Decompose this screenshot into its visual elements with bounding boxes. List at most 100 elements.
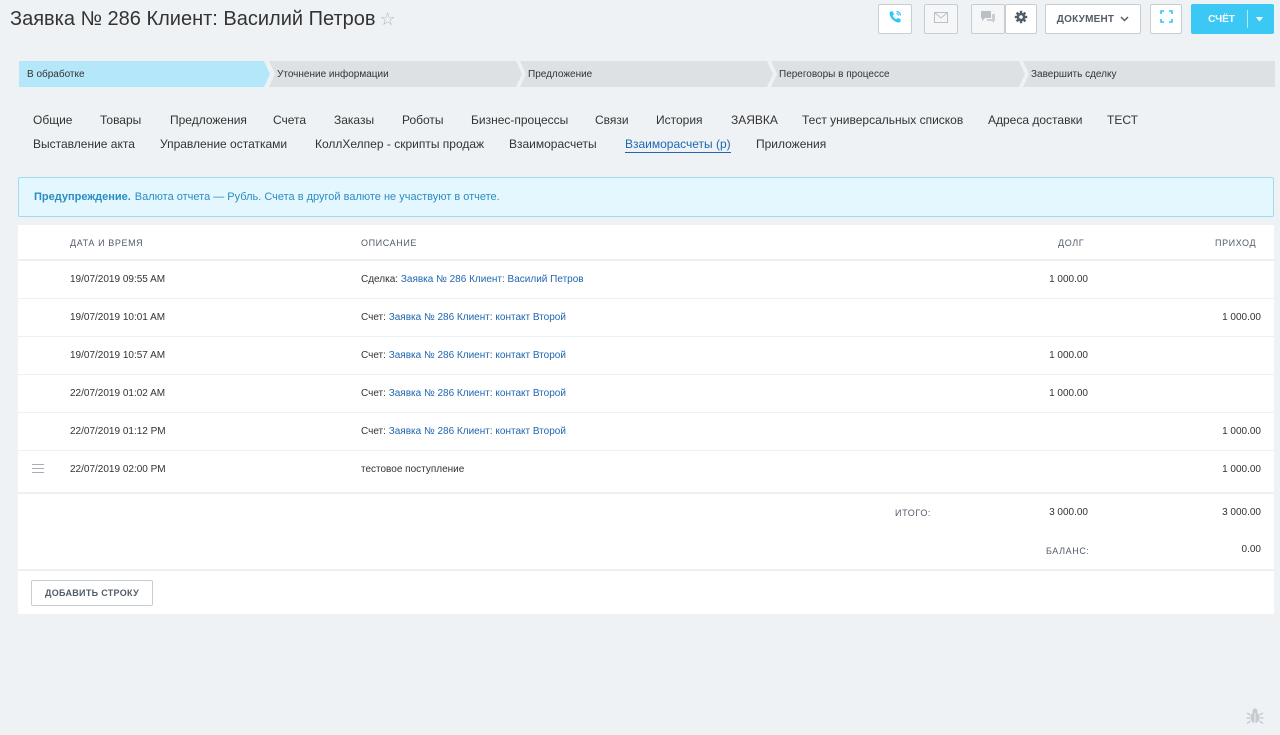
- tabs-row-2: Выставление акта Управление остатками Ко…: [33, 137, 1033, 153]
- row-description: Счет: Заявка № 286 Клиент: контакт Второ…: [361, 312, 566, 323]
- tab-business-processes[interactable]: Бизнес-процессы: [471, 113, 568, 127]
- table-row: 22/07/2019 01:12 PM Счет: Заявка № 286 К…: [18, 413, 1274, 451]
- row-debt: 1 000.00: [1049, 350, 1088, 361]
- invoice-button[interactable]: СЧЁТ: [1191, 4, 1274, 34]
- totals-divider: [18, 492, 1274, 494]
- settlements-table: ДАТА И ВРЕМЯ ОПИСАНИЕ ДОЛГ ПРИХОД 19/07/…: [18, 225, 1274, 614]
- row-description-prefix: Сделка:: [361, 274, 399, 285]
- stage-in-progress[interactable]: В обработке: [19, 61, 270, 87]
- chat-bubble-icon: [980, 10, 996, 29]
- row-date: 22/07/2019 01:12 PM: [70, 426, 166, 437]
- stage-proposal[interactable]: Предложение: [520, 61, 773, 87]
- add-row-button[interactable]: ДОБАВИТЬ СТРОКУ: [31, 580, 153, 606]
- bug-report-icon[interactable]: [1245, 706, 1265, 726]
- tab-invoices[interactable]: Счета: [273, 113, 306, 127]
- table-row: 19/07/2019 10:57 AM Счет: Заявка № 286 К…: [18, 337, 1274, 375]
- row-date: 22/07/2019 02:00 PM: [70, 464, 166, 475]
- tab-callhelper-scripts[interactable]: КоллХелпер - скрипты продаж: [315, 137, 484, 151]
- row-date: 19/07/2019 10:57 AM: [70, 350, 166, 361]
- total-debt: 3 000.00: [1049, 507, 1088, 518]
- call-button[interactable]: [878, 4, 912, 34]
- row-description-link[interactable]: Заявка № 286 Клиент: Василий Петров: [401, 274, 584, 285]
- stage-label: Переговоры в процессе: [779, 68, 890, 80]
- currency-warning: Предупреждение. Валюта отчета — Рубль. С…: [18, 177, 1274, 217]
- tab-settlements-r[interactable]: Взаиморасчеты (р): [625, 137, 731, 153]
- tab-applications[interactable]: Приложения: [756, 137, 826, 151]
- column-header-description[interactable]: ОПИСАНИЕ: [361, 238, 417, 248]
- row-debt: 1 000.00: [1049, 388, 1088, 399]
- row-description-prefix: Счет:: [361, 426, 386, 437]
- row-date: 22/07/2019 01:02 AM: [70, 388, 166, 399]
- tab-test[interactable]: ТЕСТ: [1107, 113, 1138, 127]
- footer-divider: [18, 569, 1274, 571]
- row-description: Сделка: Заявка № 286 Клиент: Василий Пет…: [361, 274, 584, 285]
- page-title-text: Заявка № 286 Клиент: Василий Петров: [10, 8, 376, 30]
- tab-orders[interactable]: Заказы: [334, 113, 374, 127]
- total-label: ИТОГО:: [895, 508, 932, 518]
- stage-negotiation[interactable]: Переговоры в процессе: [771, 61, 1025, 87]
- page-header: Заявка № 286 Клиент: Василий Петров ☆ ДОК…: [0, 0, 1280, 40]
- row-description-prefix: Счет:: [361, 388, 386, 399]
- row-debt: 1 000.00: [1049, 274, 1088, 285]
- row-description-link[interactable]: Заявка № 286 Клиент: контакт Второй: [389, 426, 566, 437]
- table-row: 19/07/2019 10:01 AM Счет: Заявка № 286 К…: [18, 299, 1274, 337]
- stage-label: Уточнение информации: [277, 68, 389, 80]
- row-description-prefix: Счет:: [361, 350, 386, 361]
- gear-icon: [1014, 10, 1028, 29]
- page-title: Заявка № 286 Клиент: Василий Петров ☆: [10, 8, 396, 31]
- table-row: 22/07/2019 01:02 AM Счет: Заявка № 286 К…: [18, 375, 1274, 413]
- invoice-button-label[interactable]: СЧЁТ: [1192, 5, 1247, 33]
- row-description: Счет: Заявка № 286 Клиент: контакт Второ…: [361, 388, 566, 399]
- row-income: 1 000.00: [1222, 426, 1261, 437]
- row-description-link[interactable]: Заявка № 286 Клиент: контакт Второй: [389, 350, 566, 361]
- envelope-icon: [934, 10, 948, 28]
- table-row: 19/07/2019 09:55 AM Сделка: Заявка № 286…: [18, 261, 1274, 299]
- tab-request[interactable]: ЗАЯВКА: [731, 113, 778, 127]
- expand-icon: [1159, 10, 1173, 28]
- chat-button[interactable]: [971, 4, 1005, 34]
- tab-history[interactable]: История: [656, 113, 703, 127]
- tab-products[interactable]: Товары: [100, 113, 141, 127]
- tab-robots[interactable]: Роботы: [402, 113, 444, 127]
- stage-close-deal[interactable]: Завершить сделку: [1023, 61, 1275, 87]
- row-description-prefix: Счет:: [361, 312, 386, 323]
- total-income: 3 000.00: [1222, 507, 1261, 518]
- phone-icon: [887, 9, 903, 30]
- table-row: 22/07/2019 02:00 PM тестовое поступление…: [18, 451, 1274, 489]
- column-header-income[interactable]: ПРИХОД: [1215, 238, 1256, 248]
- row-income: 1 000.00: [1222, 312, 1261, 323]
- favorite-star-icon[interactable]: ☆: [379, 9, 395, 29]
- row-description-prefix: тестовое поступление: [361, 464, 465, 475]
- tabs-row-1: Общие Товары Предложения Счета Заказы Ро…: [33, 113, 1233, 129]
- stage-label: Завершить сделку: [1031, 68, 1117, 80]
- tab-offers[interactable]: Предложения: [170, 113, 247, 127]
- tab-act-issuing[interactable]: Выставление акта: [33, 137, 135, 151]
- row-description: Счет: Заявка № 286 Клиент: контакт Второ…: [361, 426, 566, 437]
- email-button[interactable]: [924, 4, 958, 34]
- column-header-date[interactable]: ДАТА И ВРЕМЯ: [70, 238, 143, 248]
- row-date: 19/07/2019 10:01 AM: [70, 312, 166, 323]
- stage-clarification[interactable]: Уточнение информации: [269, 61, 522, 87]
- document-button-label: ДОКУМЕНТ: [1056, 13, 1115, 25]
- row-description-link[interactable]: Заявка № 286 Клиент: контакт Второй: [389, 388, 566, 399]
- fullscreen-button[interactable]: [1150, 4, 1182, 34]
- row-description: тестовое поступление: [361, 464, 464, 475]
- column-header-debt[interactable]: ДОЛГ: [1058, 238, 1084, 248]
- drag-handle-icon[interactable]: [32, 464, 44, 474]
- row-income: 1 000.00: [1222, 464, 1261, 475]
- chevron-down-icon: [1120, 14, 1129, 25]
- tab-delivery-addresses[interactable]: Адреса доставки: [988, 113, 1082, 127]
- chevron-down-icon[interactable]: [1248, 5, 1273, 33]
- tab-universal-lists-test[interactable]: Тест универсальных списков: [802, 113, 963, 127]
- settings-button[interactable]: [1005, 4, 1037, 34]
- stage-label: Предложение: [528, 68, 593, 80]
- tab-stock-management[interactable]: Управление остатками: [160, 137, 287, 151]
- tab-settlements[interactable]: Взаиморасчеты: [509, 137, 597, 151]
- balance-label: БАЛАНС:: [1046, 546, 1090, 556]
- document-button[interactable]: ДОКУМЕНТ: [1045, 4, 1141, 34]
- row-description: Счет: Заявка № 286 Клиент: контакт Второ…: [361, 350, 566, 361]
- pipeline-stages: В обработке Уточнение информации Предлож…: [19, 61, 1275, 87]
- row-description-link[interactable]: Заявка № 286 Клиент: контакт Второй: [389, 312, 566, 323]
- tab-general[interactable]: Общие: [33, 113, 72, 127]
- tab-links[interactable]: Связи: [595, 113, 629, 127]
